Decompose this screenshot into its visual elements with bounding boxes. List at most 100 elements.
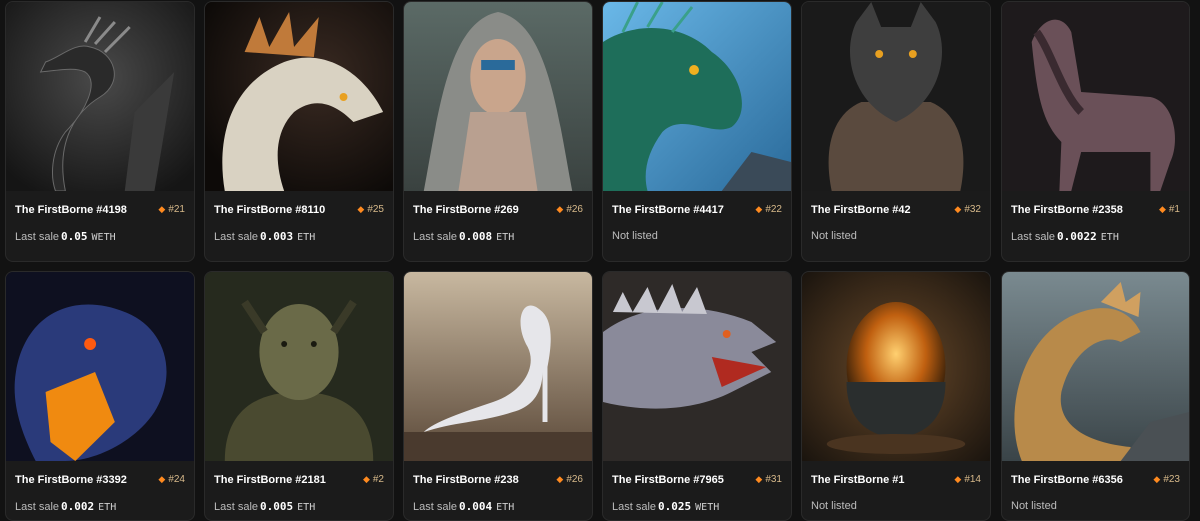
glowing-egg-image[interactable] [802, 272, 990, 461]
rarity-rank: ◆ #14 [954, 474, 981, 485]
rarity-rank: ◆ #1 [1159, 204, 1180, 215]
white-dragon-image[interactable] [205, 2, 393, 191]
nft-card[interactable]: The FirstBorne #2358 ◆ #1 Last sale 0.0022… [1001, 1, 1190, 262]
last-sale-price: 0.003 [260, 230, 294, 243]
last-sale-label: Last sale [413, 501, 458, 513]
rarity-rank: ◆ #2 [363, 474, 384, 485]
rarity-diamond-icon: ◆ [1153, 474, 1161, 484]
not-listed-status: Not listed [811, 230, 857, 242]
last-sale-currency: WETH [91, 232, 116, 243]
rarity-rank-value: #32 [964, 204, 981, 215]
last-sale-label: Last sale [15, 501, 60, 513]
nft-card[interactable]: The FirstBorne #1 ◆ #14 Not listed [801, 271, 991, 521]
rarity-rank-value: #1 [1168, 204, 1180, 215]
rarity-diamond-icon: ◆ [755, 204, 763, 214]
last-sale-price: 0.004 [459, 500, 493, 513]
nft-card[interactable]: The FirstBorne #4198 ◆ #21 Last sale 0.05 W… [5, 1, 195, 262]
last-sale-currency: ETH [297, 232, 316, 243]
armored-horse-image[interactable] [1002, 2, 1189, 191]
last-sale-price: 0.05 [61, 230, 88, 243]
rarity-diamond-icon: ◆ [556, 204, 564, 214]
nft-name[interactable]: The FirstBorne #3392 [15, 474, 127, 486]
hooded-woman-image[interactable] [404, 2, 592, 191]
not-listed-status: Not listed [811, 500, 857, 512]
last-sale-currency: WETH [695, 502, 720, 513]
nft-name[interactable]: The FirstBorne #8110 [214, 204, 325, 216]
rarity-rank-value: #23 [1163, 474, 1180, 485]
white-bird-image[interactable] [404, 272, 592, 461]
rarity-rank-value: #24 [168, 474, 185, 485]
rarity-rank-value: #25 [367, 204, 384, 215]
last-sale: Last sale 0.002 ETH [15, 500, 116, 513]
rarity-diamond-icon: ◆ [362, 474, 370, 484]
last-sale-currency: ETH [98, 502, 117, 513]
last-sale-currency: ETH [496, 502, 515, 513]
nft-card[interactable]: The FirstBorne #8110 ◆ #25 Last sale 0.003… [204, 1, 394, 262]
rarity-rank: ◆ #23 [1153, 474, 1180, 485]
last-sale: Last sale 0.008 ETH [413, 230, 514, 243]
not-listed-status: Not listed [612, 230, 658, 242]
wolf-man-image[interactable] [802, 2, 990, 191]
green-dragon-image[interactable] [603, 2, 791, 191]
rarity-rank: ◆ #26 [556, 204, 583, 215]
last-sale-currency: ETH [297, 502, 316, 513]
nft-name[interactable]: The FirstBorne #6356 [1011, 474, 1123, 486]
last-sale-price: 0.0022 [1057, 230, 1097, 243]
last-sale: Last sale 0.005 ETH [214, 500, 315, 513]
rarity-rank: ◆ #26 [556, 474, 583, 485]
spiked-lizard-image[interactable] [603, 272, 791, 461]
nft-card[interactable]: The FirstBorne #42 ◆ #32 Not listed [801, 1, 991, 262]
rarity-rank: ◆ #24 [158, 474, 185, 485]
rarity-rank-value: #26 [566, 204, 583, 215]
rarity-rank: ◆ #21 [158, 204, 185, 215]
last-sale-price: 0.025 [658, 500, 692, 513]
rarity-rank-value: #21 [168, 204, 185, 215]
nft-card[interactable]: The FirstBorne #6356 ◆ #23 Not listed [1001, 271, 1190, 521]
nft-card[interactable]: The FirstBorne #269 ◆ #26 Last sale 0.008 E… [403, 1, 593, 262]
rarity-rank: ◆ #32 [954, 204, 981, 215]
rarity-diamond-icon: ◆ [954, 474, 962, 484]
rarity-diamond-icon: ◆ [954, 204, 962, 214]
last-sale-label: Last sale [214, 231, 259, 243]
rarity-diamond-icon: ◆ [158, 204, 166, 214]
rarity-diamond-icon: ◆ [755, 474, 763, 484]
nft-name[interactable]: The FirstBorne #2181 [214, 474, 326, 486]
nft-grid: The FirstBorne #4198 ◆ #21 Last sale 0.05 W… [0, 0, 1200, 521]
last-sale-currency: ETH [1100, 232, 1119, 243]
last-sale-label: Last sale [15, 231, 60, 243]
nft-name[interactable]: The FirstBorne #7965 [612, 474, 724, 486]
nft-name[interactable]: The FirstBorne #4198 [15, 204, 127, 216]
nft-name[interactable]: The FirstBorne #1 [811, 474, 905, 486]
last-sale: Last sale 0.025 WETH [612, 500, 719, 513]
rarity-rank-value: #31 [765, 474, 782, 485]
nft-card[interactable]: The FirstBorne #7965 ◆ #31 Last sale 0.025… [602, 271, 792, 521]
nft-card[interactable]: The FirstBorne #2181 ◆ #2 Last sale 0.005 E… [204, 271, 394, 521]
golden-dragon-image[interactable] [1002, 272, 1189, 461]
fire-dragon-image[interactable] [6, 272, 194, 461]
nft-card[interactable]: The FirstBorne #3392 ◆ #24 Last sale 0.002… [5, 271, 195, 521]
last-sale: Last sale 0.004 ETH [413, 500, 514, 513]
nft-name[interactable]: The FirstBorne #269 [413, 204, 519, 216]
rarity-diamond-icon: ◆ [556, 474, 564, 484]
rarity-diamond-icon: ◆ [158, 474, 166, 484]
nft-card[interactable]: The FirstBorne #238 ◆ #26 Last sale 0.004 E… [403, 271, 593, 521]
nft-card[interactable]: The FirstBorne #4417 ◆ #22 Not listed [602, 1, 792, 262]
rarity-rank-value: #26 [566, 474, 583, 485]
nft-name[interactable]: The FirstBorne #42 [811, 204, 911, 216]
rarity-rank: ◆ #22 [755, 204, 782, 215]
nft-name[interactable]: The FirstBorne #2358 [1011, 204, 1123, 216]
dark-dragon-image[interactable] [6, 2, 194, 191]
rarity-diamond-icon: ◆ [1158, 204, 1166, 214]
last-sale-price: 0.005 [260, 500, 294, 513]
last-sale-label: Last sale [214, 501, 259, 513]
rarity-rank: ◆ #25 [357, 204, 384, 215]
last-sale-currency: ETH [496, 232, 515, 243]
rarity-rank-value: #22 [765, 204, 782, 215]
goblin-image[interactable] [205, 272, 393, 461]
nft-name[interactable]: The FirstBorne #238 [413, 474, 519, 486]
rarity-rank-value: #2 [372, 474, 384, 485]
nft-name[interactable]: The FirstBorne #4417 [612, 204, 724, 216]
last-sale-label: Last sale [1011, 231, 1056, 243]
last-sale-label: Last sale [612, 501, 657, 513]
rarity-rank: ◆ #31 [755, 474, 782, 485]
